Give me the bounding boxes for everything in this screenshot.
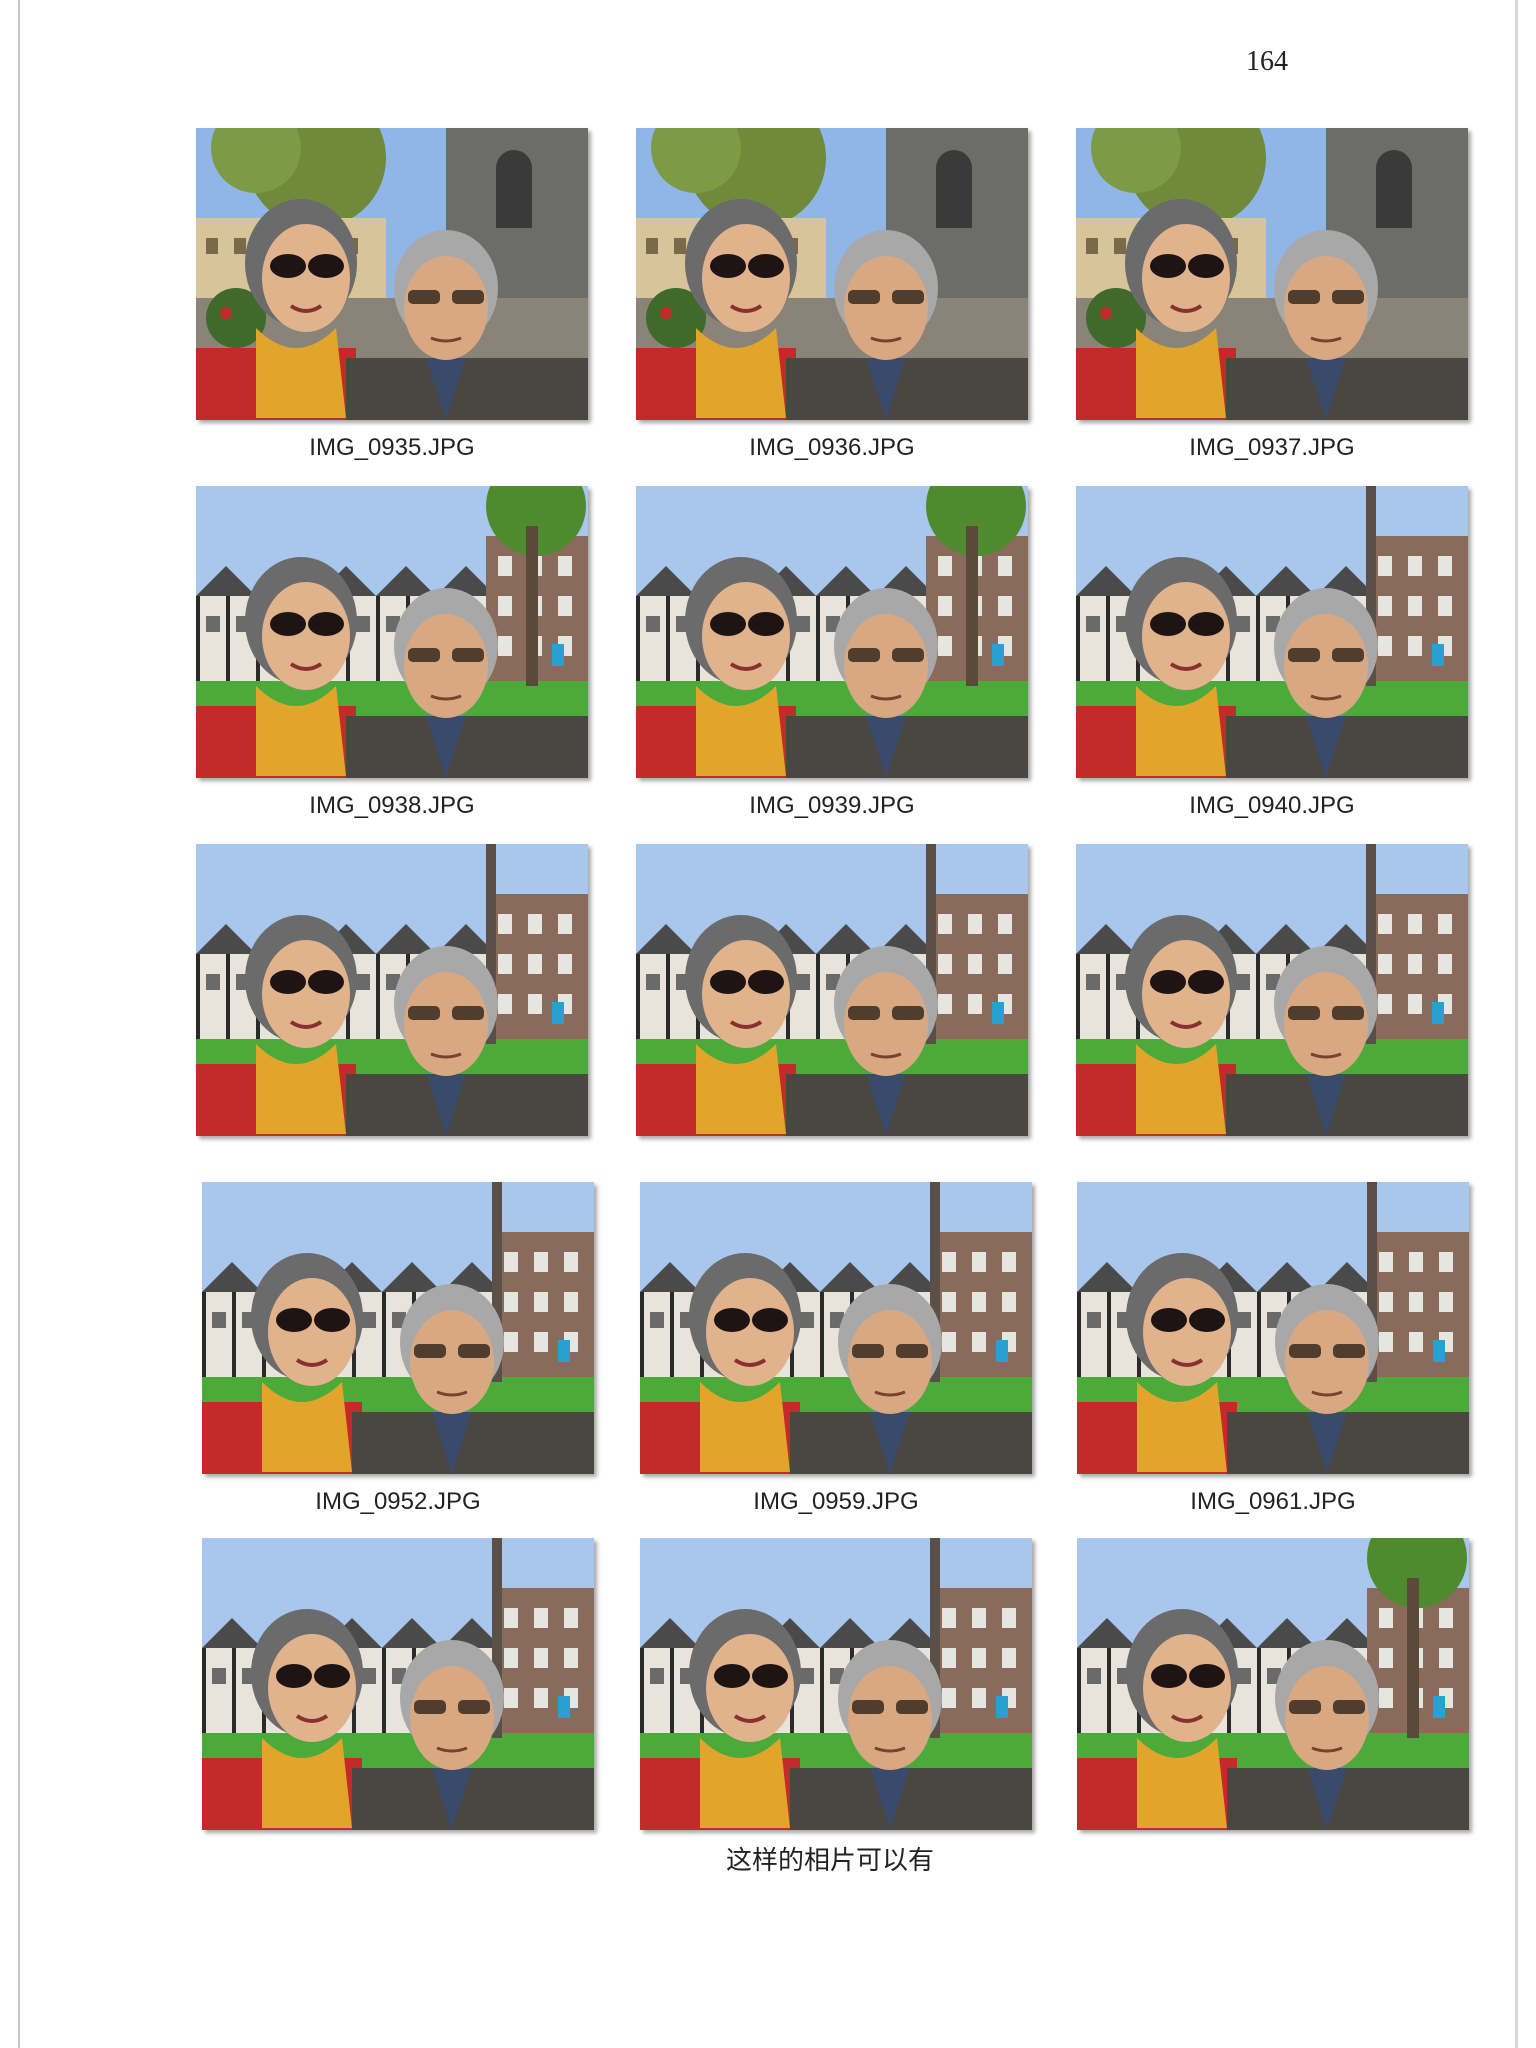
document-page: 164 IMG_0935.JPG IMG_0936.JPG IMG_0937.J…: [0, 0, 1536, 2048]
photo-tile[interactable]: IMG_0938.JPG: [196, 486, 588, 822]
photo-thumbnail[interactable]: [1076, 844, 1468, 1136]
photo-tile[interactable]: IMG_0952.JPG: [202, 1182, 594, 1518]
page-number: 164: [1246, 46, 1288, 77]
photo-tile[interactable]: IMG_0936.JPG: [636, 128, 1028, 464]
photo-tile[interactable]: IMG_0935.JPG: [196, 128, 588, 464]
photo-thumbnail[interactable]: [640, 1182, 1032, 1474]
photo-tile[interactable]: IMG_0937.JPG: [1076, 128, 1468, 464]
photo-filename: IMG_0937.JPG: [1189, 434, 1355, 461]
photo-tile[interactable]: IMG_0959.JPG: [640, 1182, 1032, 1518]
photo-filename: IMG_0939.JPG: [749, 792, 915, 819]
photo-tile[interactable]: IMG_0940.JPG: [1076, 486, 1468, 822]
photo-tile[interactable]: [636, 844, 1028, 1136]
photo-filename: IMG_0938.JPG: [309, 792, 475, 819]
photo-thumbnail[interactable]: [636, 486, 1028, 778]
photo-filename: IMG_0961.JPG: [1190, 1488, 1356, 1515]
photo-thumbnail[interactable]: [636, 128, 1028, 420]
photo-filename: IMG_0959.JPG: [753, 1488, 919, 1515]
photo-filename: IMG_0935.JPG: [309, 434, 475, 461]
photo-thumbnail[interactable]: [196, 486, 588, 778]
photo-filename: IMG_0952.JPG: [315, 1488, 481, 1515]
photo-thumbnail[interactable]: [1076, 486, 1468, 778]
photo-tile[interactable]: [1077, 1538, 1469, 1830]
photo-filename: IMG_0936.JPG: [749, 434, 915, 461]
photo-tile[interactable]: [1076, 844, 1468, 1136]
photo-tile[interactable]: IMG_0961.JPG: [1077, 1182, 1469, 1518]
photo-thumbnail[interactable]: [202, 1182, 594, 1474]
photo-tile[interactable]: [640, 1538, 1032, 1830]
page-caption: 这样的相片可以有: [725, 1846, 934, 1876]
photo-tile[interactable]: [196, 844, 588, 1136]
photo-thumbnail[interactable]: [1077, 1538, 1469, 1830]
photo-thumbnail[interactable]: [1077, 1182, 1469, 1474]
photo-thumbnail[interactable]: [196, 844, 588, 1136]
photo-tile[interactable]: IMG_0939.JPG: [636, 486, 1028, 822]
photo-tile[interactable]: [202, 1538, 594, 1830]
photo-thumbnail[interactable]: [1076, 128, 1468, 420]
photo-thumbnail[interactable]: [640, 1538, 1032, 1830]
photo-thumbnail[interactable]: [636, 844, 1028, 1136]
photo-thumbnail[interactable]: [196, 128, 588, 420]
photo-thumbnail[interactable]: [202, 1538, 594, 1830]
photo-filename: IMG_0940.JPG: [1189, 792, 1355, 819]
